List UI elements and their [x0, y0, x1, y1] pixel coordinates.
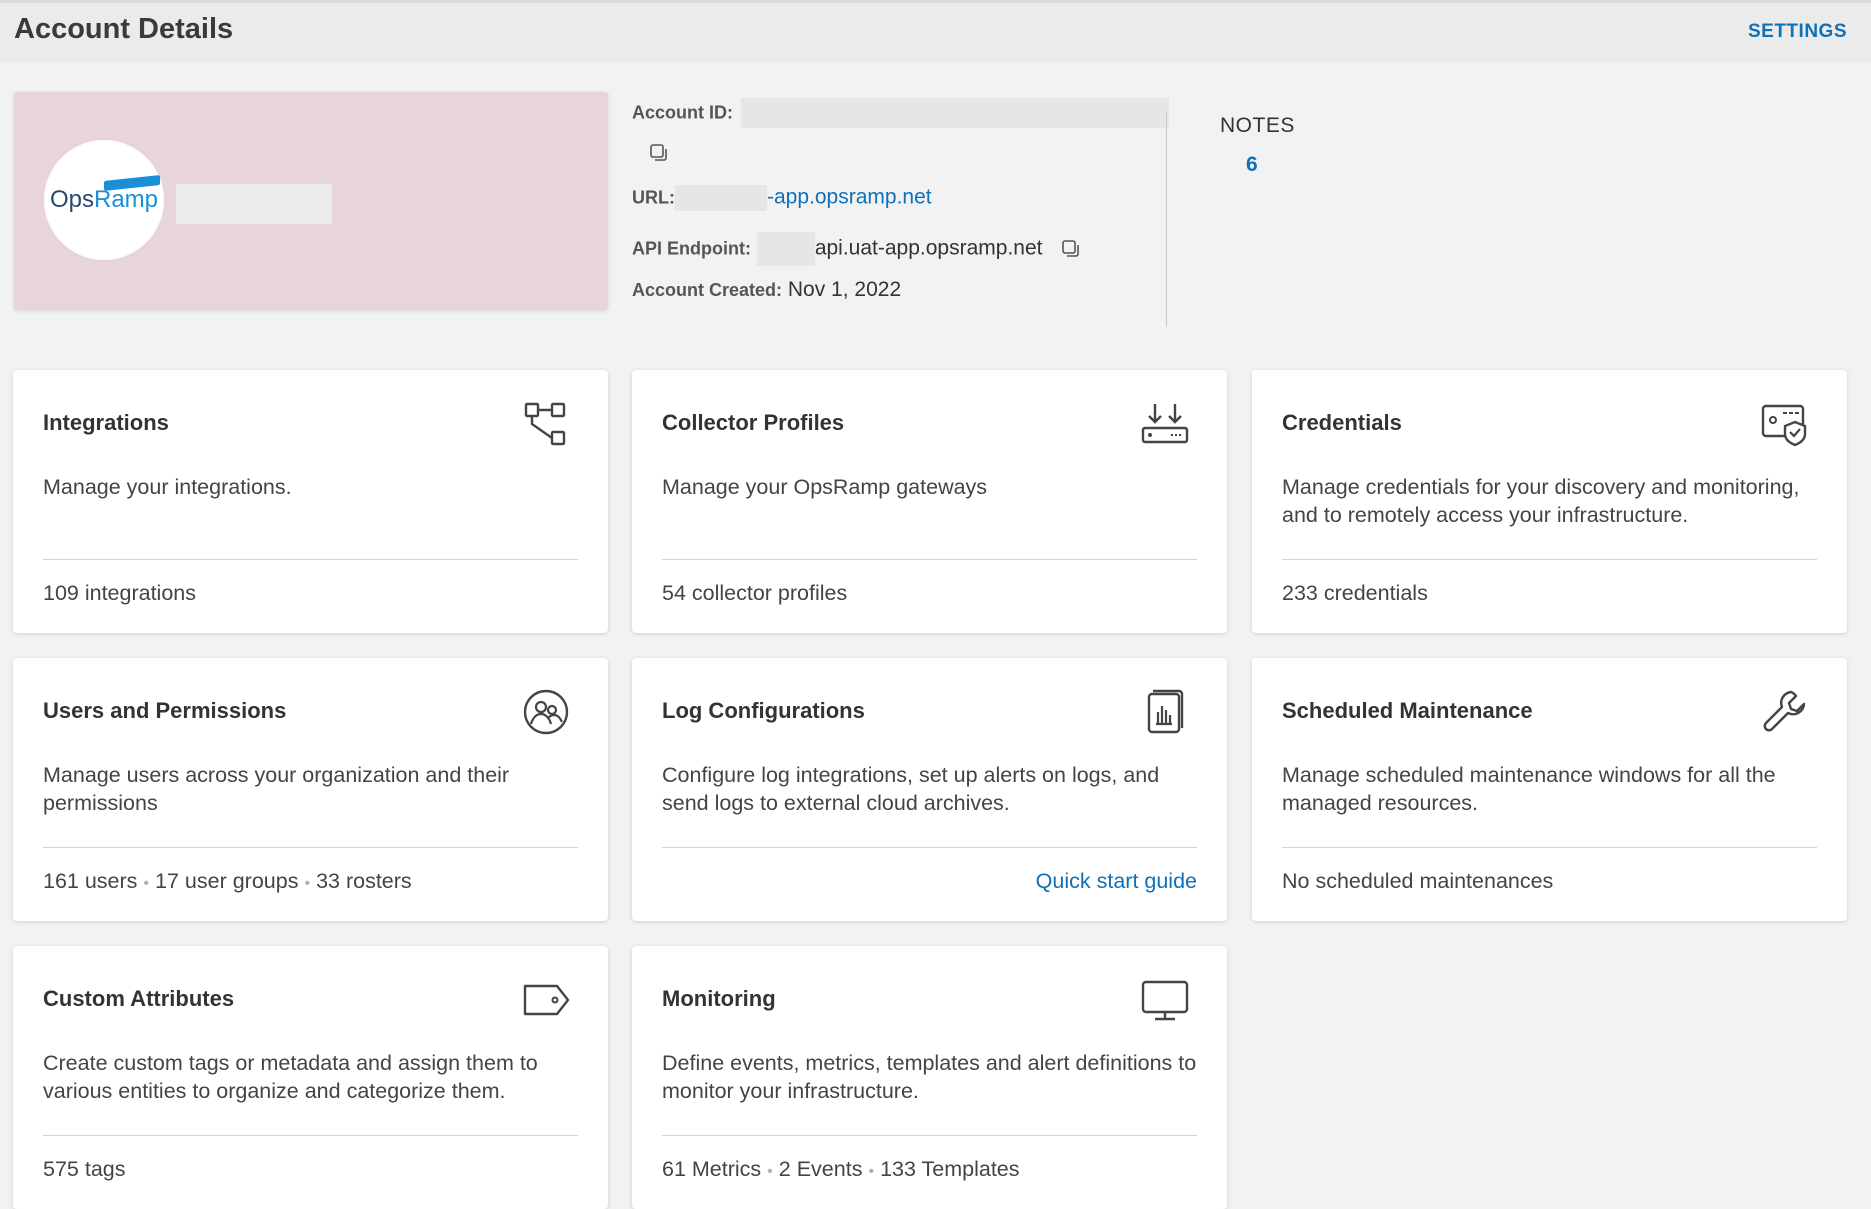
card-footer: No scheduled maintenances: [1282, 869, 1817, 894]
card-title: Collector Profiles: [662, 410, 845, 435]
card-title: Log Configurations: [662, 698, 865, 723]
monitor-icon: [1141, 980, 1189, 1021]
card-title: Integrations: [43, 410, 169, 435]
api-endpoint-value: api.uat-app.opsramp.net: [814, 236, 1043, 260]
card-description: Manage scheduled maintenance windows for…: [1282, 763, 1776, 815]
card-description: Manage your integrations.: [43, 475, 292, 499]
separator-dot: •: [767, 1163, 773, 1180]
credentials-icon: [1761, 404, 1807, 447]
card-title: Credentials: [1282, 410, 1402, 435]
account-logo-card: OpsRamp: [14, 92, 608, 310]
card-divider: [1282, 559, 1817, 560]
card-description: Manage credentials for your discovery an…: [1282, 475, 1800, 527]
card-description: Manage your OpsRamp gateways: [662, 475, 988, 499]
card-footer: 54 collector profiles: [662, 581, 1197, 606]
copy-icon[interactable]: [648, 142, 670, 164]
account-id-redacted: [740, 98, 1169, 128]
card-stat-user-groups: 17 user groups: [155, 869, 299, 893]
notes-count[interactable]: 6: [1246, 153, 1258, 177]
card-stat: 233 credentials: [1282, 581, 1428, 605]
card-divider: [43, 1135, 578, 1136]
url-label: URL:: [632, 187, 675, 208]
card-footer: 233 credentials: [1282, 581, 1817, 606]
card-stat: 54 collector profiles: [662, 581, 848, 605]
page-header: Account Details SETTINGS: [0, 0, 1871, 62]
tag-icon: [523, 984, 570, 1016]
account-name-redacted: [176, 184, 332, 224]
account-url-link[interactable]: -app.opsramp.net: [767, 186, 932, 209]
url-row: URL: -app.opsramp.net: [632, 185, 932, 211]
api-endpoint-label: API Endpoint:: [632, 238, 751, 259]
card-divider: [1282, 847, 1817, 848]
card-stat-templates: 133 Templates: [880, 1157, 1020, 1181]
card-custom-attributes[interactable]: Custom Attributes Create custom tags or …: [13, 946, 608, 1209]
card-divider: [662, 559, 1197, 560]
copy-icon[interactable]: [1060, 238, 1082, 260]
card-stat: 575 tags: [43, 1157, 126, 1181]
card-title: Custom Attributes: [43, 986, 235, 1011]
users-icon: [523, 689, 569, 735]
card-credentials[interactable]: Credentials Manage credentials for your …: [1252, 370, 1847, 633]
page-title: Account Details: [14, 13, 234, 45]
log-icon: [1147, 689, 1184, 734]
card-footer: 161 users • 17 user groups • 33 rosters: [43, 869, 578, 894]
card-scheduled-maintenance[interactable]: Scheduled Maintenance Manage scheduled m…: [1252, 658, 1847, 921]
account-created-value: Nov 1, 2022: [787, 278, 902, 301]
card-stat-metrics: 61 Metrics: [662, 1157, 762, 1181]
separator-dot: •: [143, 875, 150, 892]
logo-text-ops: Ops: [49, 186, 94, 213]
gateway-icon: [1141, 404, 1189, 444]
card-description: Define events, metrics, templates and al…: [662, 1051, 1197, 1103]
notes-label: NOTES: [1220, 114, 1295, 137]
opsramp-logo: OpsRamp: [49, 175, 161, 214]
card-divider: [43, 847, 578, 848]
integrations-icon: [524, 402, 566, 446]
card-description: Configure log integrations, set up alert…: [662, 763, 1160, 815]
card-divider: [662, 847, 1197, 848]
card-monitoring[interactable]: Monitoring Define events, metrics, templ…: [632, 946, 1227, 1209]
vertical-divider: [1166, 111, 1167, 327]
card-footer: 61 Metrics • 2 Events • 133 Templates: [662, 1157, 1197, 1182]
card-description: Manage users across your organization an…: [43, 763, 510, 815]
card-collector-profiles[interactable]: Collector Profiles Manage your OpsRamp g…: [632, 370, 1227, 633]
api-endpoint-redacted: [756, 232, 815, 266]
card-description: Create custom tags or metadata and assig…: [43, 1051, 538, 1103]
account-logo: OpsRamp: [44, 140, 164, 260]
card-log-configurations[interactable]: Log Configurations Configure log integra…: [632, 658, 1227, 921]
account-id-copy[interactable]: [648, 141, 670, 165]
separator-dot: •: [868, 1163, 875, 1180]
card-title: Users and Permissions: [43, 698, 287, 723]
url-redacted: [675, 185, 767, 211]
card-divider: [43, 559, 578, 560]
card-stat-users: 161 users: [43, 869, 138, 893]
account-id-label: Account ID:: [632, 102, 733, 123]
api-endpoint-row: API Endpoint: api.uat-app.opsramp.net: [632, 232, 1082, 266]
account-created-label: Account Created:: [632, 280, 783, 300]
card-title: Monitoring: [662, 986, 776, 1011]
account-id-row: Account ID:: [632, 98, 1169, 128]
card-integrations[interactable]: Integrations Manage your integrations. 1…: [13, 370, 608, 633]
wrench-icon: [1763, 690, 1806, 732]
separator-dot: •: [304, 875, 311, 892]
card-stat-events: 2 Events: [778, 1157, 863, 1181]
card-divider: [662, 1135, 1197, 1136]
card-users-and-permissions[interactable]: Users and Permissions Manage users acros…: [13, 658, 608, 921]
settings-link[interactable]: SETTINGS: [1748, 21, 1847, 43]
card-stat: No scheduled maintenances: [1282, 869, 1554, 893]
card-stat: 109 integrations: [43, 581, 196, 605]
account-created-row: Account Created: Nov 1, 2022: [632, 278, 901, 302]
card-footer: 575 tags: [43, 1157, 578, 1182]
quick-start-guide-link[interactable]: Quick start guide: [1036, 869, 1197, 894]
card-footer: 109 integrations: [43, 581, 578, 606]
card-stat-rosters: 33 rosters: [316, 869, 412, 893]
card-title: Scheduled Maintenance: [1282, 698, 1533, 723]
